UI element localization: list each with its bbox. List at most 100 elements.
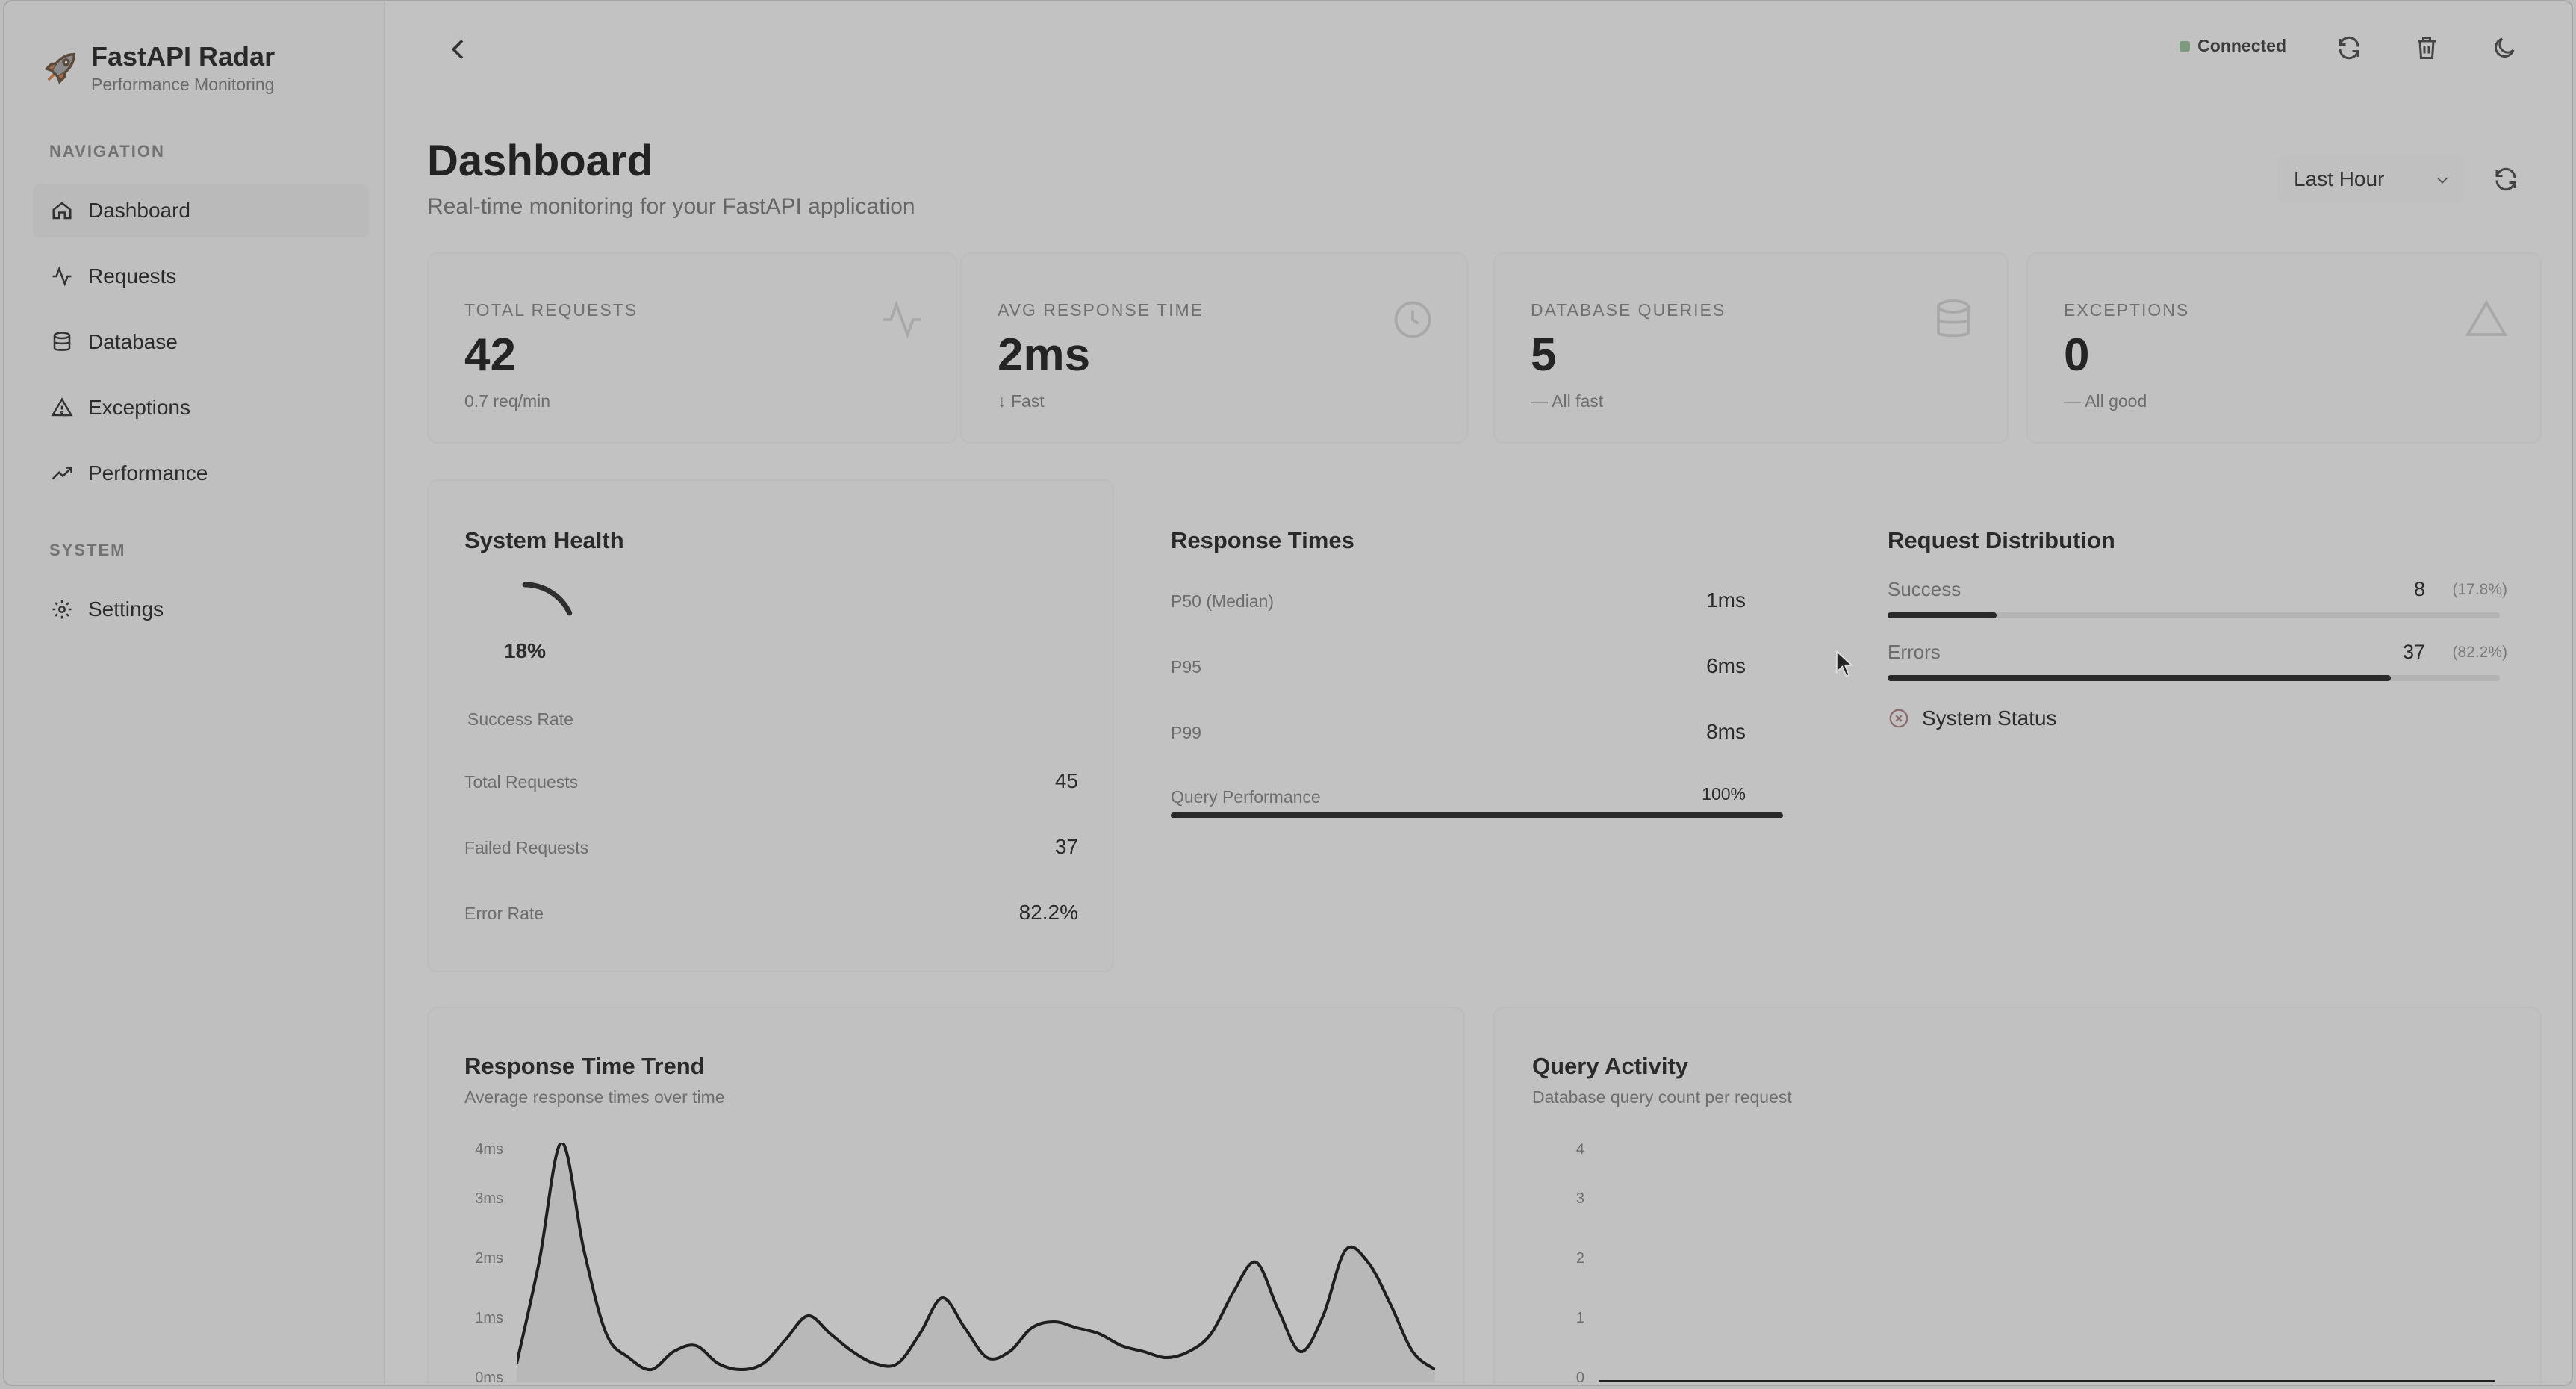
stat-label: EXCEPTIONS — [2064, 300, 2190, 320]
sidebar-item-database[interactable]: Database — [33, 315, 369, 369]
system-status-label: System Status — [1922, 706, 2057, 730]
errors-percent: (82.2%) — [2452, 644, 2507, 661]
success-count: 8 — [2413, 578, 2425, 600]
y-tick-label: 3ms — [475, 1190, 503, 1207]
gauge-value: 18% — [503, 639, 547, 662]
system-section-label: SYSTEM — [49, 541, 126, 559]
stat-label: DATABASE QUERIES — [1531, 300, 1726, 320]
success-rate-gauge — [522, 582, 573, 616]
y-tick-label: 1ms — [475, 1310, 503, 1326]
app-title: FastAPI Radar — [91, 41, 276, 72]
stat-card-exceptions: EXCEPTIONS 0 — All good — [2026, 252, 2542, 444]
query-performance-bar — [1171, 812, 1783, 818]
chevron-left-icon[interactable] — [444, 34, 473, 64]
app-window: FastAPI Radar Performance Monitoring NAV… — [3, 0, 2573, 1386]
response-times-panel: Response Times P50 (Median) 1ms P95 6ms … — [1117, 479, 1834, 972]
status-text: Connected — [2197, 36, 2286, 55]
response-time-trend-panel: Response Time Trend Average response tim… — [427, 1007, 1465, 1386]
brand[interactable]: FastAPI Radar Performance Monitoring — [42, 40, 275, 96]
percentile-label: P50 (Median) — [1171, 591, 1275, 611]
panel-title: Request Distribution — [1888, 527, 2115, 553]
sidebar: FastAPI Radar Performance Monitoring NAV… — [4, 1, 385, 1385]
stat-value: 0 — [2064, 329, 2090, 381]
health-row-value: 37 — [1054, 835, 1078, 858]
success-bar — [1888, 612, 2500, 618]
clock-icon — [1394, 301, 1431, 338]
chevron-down-icon — [2436, 177, 2448, 184]
query-performance-bar-fill — [1171, 812, 1783, 818]
sidebar-item-dashboard[interactable]: Dashboard — [33, 184, 369, 237]
sidebar-item-exceptions[interactable]: Exceptions — [33, 381, 369, 435]
gear-icon — [52, 600, 72, 619]
activity-icon — [52, 266, 72, 287]
sidebar-item-label: Database — [88, 330, 178, 353]
health-row-label: Error Rate — [464, 904, 544, 923]
y-tick-label: 0 — [1575, 1370, 1584, 1386]
rocket-icon — [44, 52, 76, 84]
page-title: Dashboard — [427, 137, 653, 185]
home-icon — [52, 202, 72, 220]
sidebar-item-label: Requests — [88, 264, 177, 288]
stat-label: AVG RESPONSE TIME — [998, 300, 1204, 320]
sidebar-item-performance[interactable]: Performance — [33, 447, 369, 500]
activity-icon — [883, 300, 921, 339]
time-range-value: Last Hour — [2294, 167, 2385, 190]
refresh-icon[interactable] — [2336, 34, 2362, 61]
health-row-label: Total Requests — [464, 772, 579, 792]
time-range-select[interactable]: Last Hour — [2277, 155, 2464, 203]
connection-status: Connected — [2180, 36, 2286, 56]
health-row-value: 45 — [1054, 769, 1078, 792]
refresh-icon[interactable] — [2492, 166, 2519, 193]
database-icon — [53, 332, 71, 351]
health-row-label: Failed Requests — [464, 838, 589, 857]
stat-card-avg-response-time: AVG RESPONSE TIME 2ms ↓ Fast — [960, 252, 1468, 444]
stat-note: — All good — [2064, 391, 2147, 411]
y-tick-label: 0ms — [475, 1370, 503, 1386]
stat-note: — All fast — [1531, 391, 1604, 411]
sidebar-item-label: Exceptions — [88, 396, 190, 419]
trending-up-icon — [52, 467, 72, 480]
gauge-caption: Success Rate — [467, 709, 573, 729]
y-tick-label: 2ms — [475, 1250, 503, 1267]
y-tick-label: 4 — [1575, 1141, 1584, 1158]
stat-card-total-requests: TOTAL REQUESTS 42 0.7 req/min — [427, 252, 957, 444]
percentile-value: 1ms — [1706, 588, 1746, 612]
panel-subtitle: Average response times over time — [464, 1087, 725, 1107]
sidebar-item-label: Performance — [88, 462, 208, 485]
moon-icon[interactable] — [2491, 34, 2518, 61]
system-health-panel: System Health 18% Success Rate Total Req… — [427, 479, 1114, 972]
query-performance-label: Query Performance — [1171, 787, 1321, 807]
warning-icon — [51, 397, 73, 417]
success-percent: (17.8%) — [2452, 581, 2507, 598]
y-tick-label: 2 — [1575, 1250, 1584, 1267]
chart-series-line — [517, 1143, 1435, 1372]
sidebar-item-label: Dashboard — [88, 199, 190, 222]
panel-subtitle: Database query count per request — [1532, 1087, 1792, 1107]
system-status[interactable]: System Status — [1888, 706, 2057, 730]
database-icon — [1937, 299, 1970, 338]
query-performance-value: 100% — [1702, 784, 1746, 804]
query-activity-chart — [1599, 1380, 2495, 1382]
sidebar-item-settings[interactable]: Settings — [33, 582, 369, 636]
panel-title: Response Times — [1171, 527, 1354, 553]
warning-icon — [2465, 299, 2508, 336]
errors-label: Errors — [1888, 641, 1941, 663]
stat-value: 2ms — [998, 329, 1091, 381]
status-dot — [2180, 40, 2191, 52]
health-row-value: 82.2% — [1018, 901, 1078, 924]
top-bar: Connected — [387, 1, 2572, 99]
app-subtitle: Performance Monitoring — [91, 75, 275, 94]
stat-value: 42 — [464, 329, 516, 381]
panel-title: Query Activity — [1532, 1053, 1689, 1079]
stat-note: 0.7 req/min — [464, 391, 551, 411]
y-tick-label: 4ms — [475, 1141, 503, 1158]
trash-icon[interactable] — [2413, 34, 2440, 61]
errors-bar-fill — [1888, 675, 2392, 681]
percentile-value: 6ms — [1706, 654, 1746, 677]
errors-bar — [1888, 675, 2500, 681]
stat-card-database-queries: DATABASE QUERIES 5 — All fast — [1493, 252, 2009, 444]
sidebar-item-requests[interactable]: Requests — [33, 249, 369, 303]
x-circle-icon — [1889, 709, 1908, 728]
response-time-chart — [517, 1143, 1435, 1382]
nav-section-label: NAVIGATION — [49, 142, 165, 161]
